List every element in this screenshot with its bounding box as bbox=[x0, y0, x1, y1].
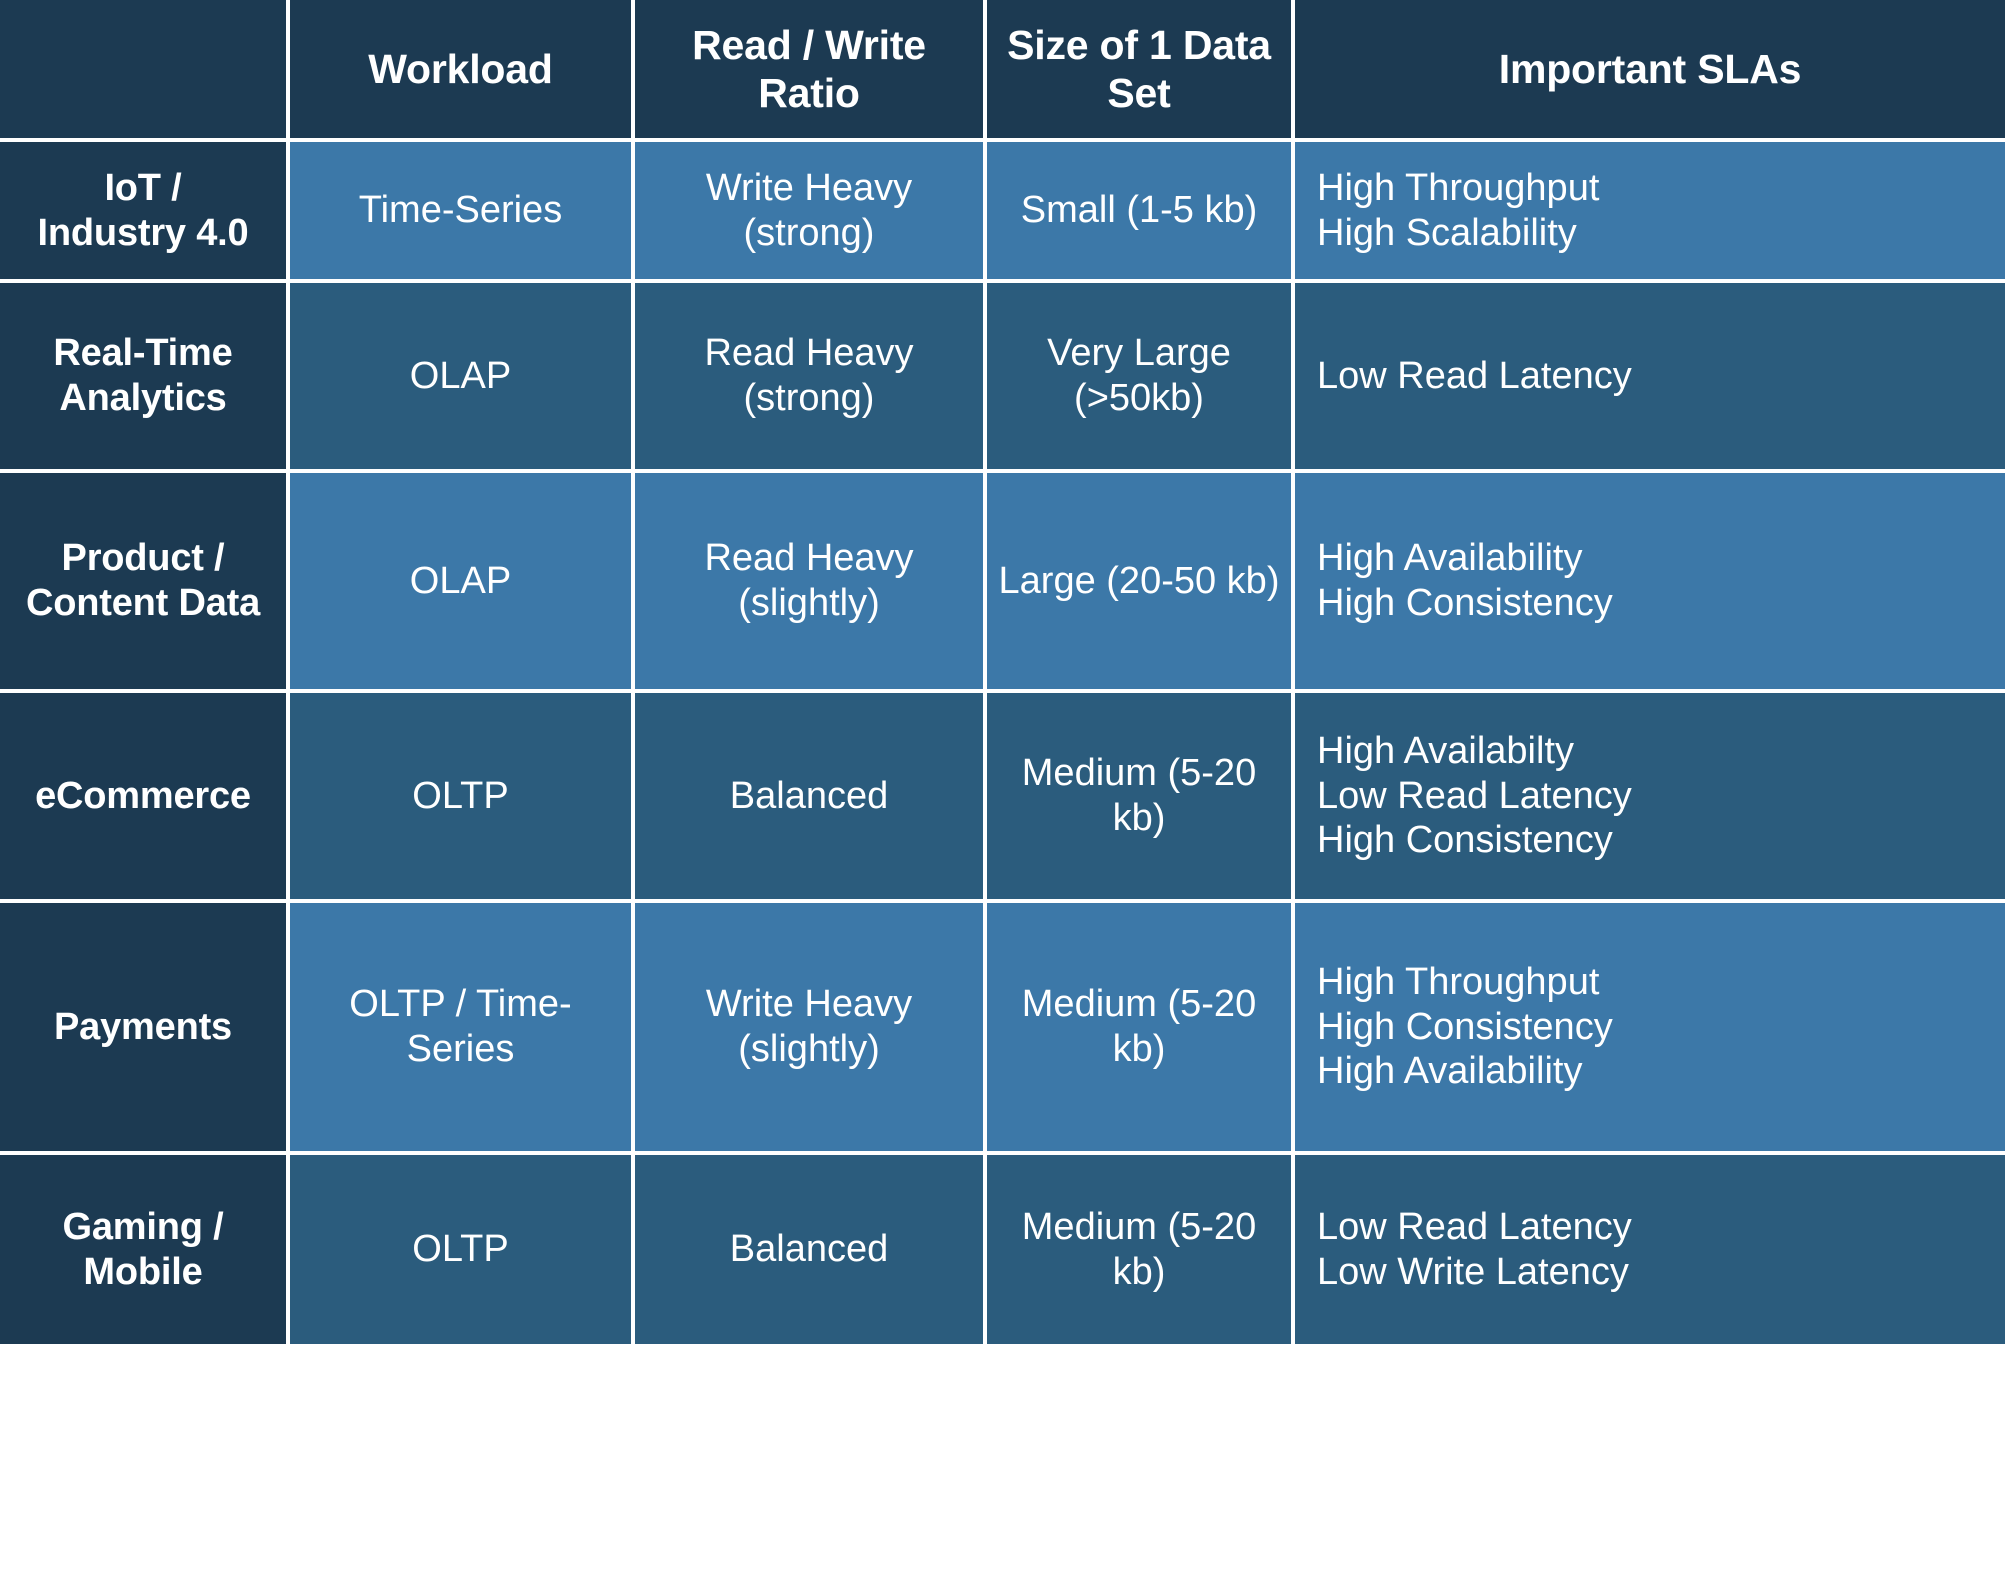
cell-important-slas: High Availabilty Low Read Latency High C… bbox=[1295, 693, 2005, 903]
row-label-real-time-analytics: Real-Time Analytics bbox=[0, 283, 290, 473]
cell-important-slas: Low Read Latency bbox=[1295, 283, 2005, 473]
cell-data-set-size: Medium (5-20 kb) bbox=[987, 693, 1295, 903]
cell-workload: OLAP bbox=[290, 283, 635, 473]
table-header-row: Workload Read / Write Ratio Size of 1 Da… bbox=[0, 0, 2005, 142]
row-label-gaming-mobile: Gaming / Mobile bbox=[0, 1155, 290, 1344]
cell-important-slas: High Availability High Consistency bbox=[1295, 473, 2005, 693]
row-label-product-content-data: Product / Content Data bbox=[0, 473, 290, 693]
header-corner-cell bbox=[0, 0, 290, 142]
cell-read-write-ratio: Balanced bbox=[635, 693, 987, 903]
table-row: Real-Time Analytics OLAP Read Heavy (str… bbox=[0, 283, 2005, 473]
cell-important-slas: Low Read Latency Low Write Latency bbox=[1295, 1155, 2005, 1344]
cell-read-write-ratio: Write Heavy (strong) bbox=[635, 142, 987, 283]
table-row: IoT / Industry 4.0 Time-Series Write Hea… bbox=[0, 142, 2005, 283]
cell-workload: OLTP bbox=[290, 1155, 635, 1344]
cell-read-write-ratio: Read Heavy (strong) bbox=[635, 283, 987, 473]
column-header-data-set-size: Size of 1 Data Set bbox=[987, 0, 1295, 142]
column-header-workload: Workload bbox=[290, 0, 635, 142]
cell-data-set-size: Medium (5-20 kb) bbox=[987, 903, 1295, 1155]
cell-data-set-size: Medium (5-20 kb) bbox=[987, 1155, 1295, 1344]
workload-comparison-table: Workload Read / Write Ratio Size of 1 Da… bbox=[0, 0, 2005, 1577]
column-header-read-write-ratio: Read / Write Ratio bbox=[635, 0, 987, 142]
cell-workload: OLAP bbox=[290, 473, 635, 693]
row-label-payments: Payments bbox=[0, 903, 290, 1155]
table-row: eCommerce OLTP Balanced Medium (5-20 kb)… bbox=[0, 693, 2005, 903]
cell-important-slas: High Throughput High Scalability bbox=[1295, 142, 2005, 283]
row-label-ecommerce: eCommerce bbox=[0, 693, 290, 903]
cell-data-set-size: Large (20-50 kb) bbox=[987, 473, 1295, 693]
table-row: Payments OLTP / Time-Series Write Heavy … bbox=[0, 903, 2005, 1155]
cell-workload: OLTP bbox=[290, 693, 635, 903]
row-label-iot-industry: IoT / Industry 4.0 bbox=[0, 142, 290, 283]
table-row: Product / Content Data OLAP Read Heavy (… bbox=[0, 473, 2005, 693]
cell-read-write-ratio: Read Heavy (slightly) bbox=[635, 473, 987, 693]
column-header-important-slas: Important SLAs bbox=[1295, 0, 2005, 142]
cell-workload: Time-Series bbox=[290, 142, 635, 283]
cell-data-set-size: Very Large (>50kb) bbox=[987, 283, 1295, 473]
cell-workload: OLTP / Time-Series bbox=[290, 903, 635, 1155]
cell-data-set-size: Small (1-5 kb) bbox=[987, 142, 1295, 283]
table-row: Gaming / Mobile OLTP Balanced Medium (5-… bbox=[0, 1155, 2005, 1344]
cell-read-write-ratio: Balanced bbox=[635, 1155, 987, 1344]
cell-read-write-ratio: Write Heavy (slightly) bbox=[635, 903, 987, 1155]
cell-important-slas: High Throughput High Consistency High Av… bbox=[1295, 903, 2005, 1155]
